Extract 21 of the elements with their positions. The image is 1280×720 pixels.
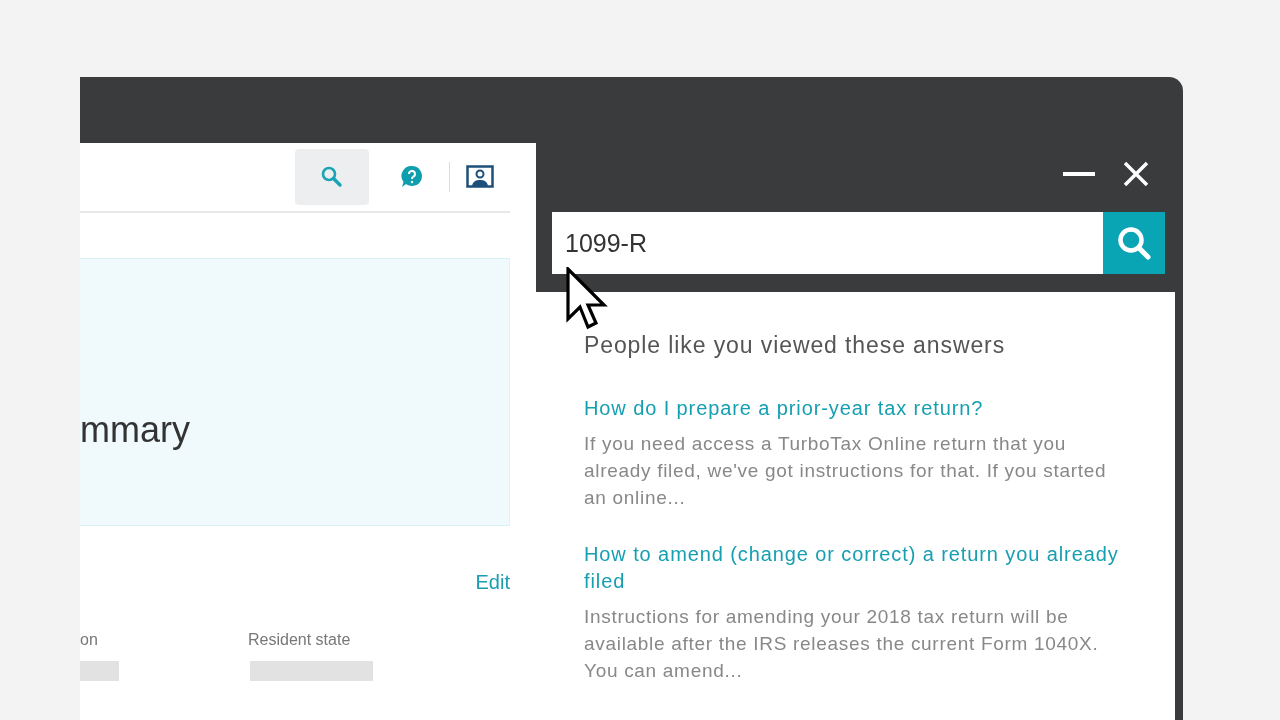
answer-snippet: Instructions for amending your 2018 tax return will be available after the IRS releases the current Form 1040X. You can amend... xyxy=(584,605,1100,683)
search-button[interactable] xyxy=(1103,212,1165,274)
search-button[interactable] xyxy=(295,149,369,205)
minimize-icon xyxy=(1063,172,1095,176)
search-field[interactable]: 1099-R xyxy=(552,212,1165,274)
help-icon xyxy=(400,165,424,189)
answer-snippet: If you need access a TurboTax Online return that you already filed, we've got instructions for that. If you started an online... xyxy=(584,432,1108,510)
field-label: Resident state xyxy=(248,631,352,649)
close-button[interactable] xyxy=(1121,159,1151,189)
search-icon xyxy=(321,166,343,188)
answer-link[interactable]: How do I prepare a prior-year tax return? xyxy=(584,395,1125,422)
field-label: on xyxy=(80,631,99,649)
minimize-button[interactable] xyxy=(1061,170,1097,178)
close-icon xyxy=(1123,161,1149,187)
page-title: mmary xyxy=(80,409,190,451)
answer-link[interactable]: How to amend (change or correct) a return you already filed xyxy=(584,541,1125,595)
results-heading: People like you viewed these answers xyxy=(584,332,1007,359)
value-placeholder xyxy=(80,661,119,681)
search-icon xyxy=(1116,225,1152,261)
profile-icon xyxy=(466,165,494,189)
edit-link[interactable]: Edit xyxy=(475,571,510,594)
